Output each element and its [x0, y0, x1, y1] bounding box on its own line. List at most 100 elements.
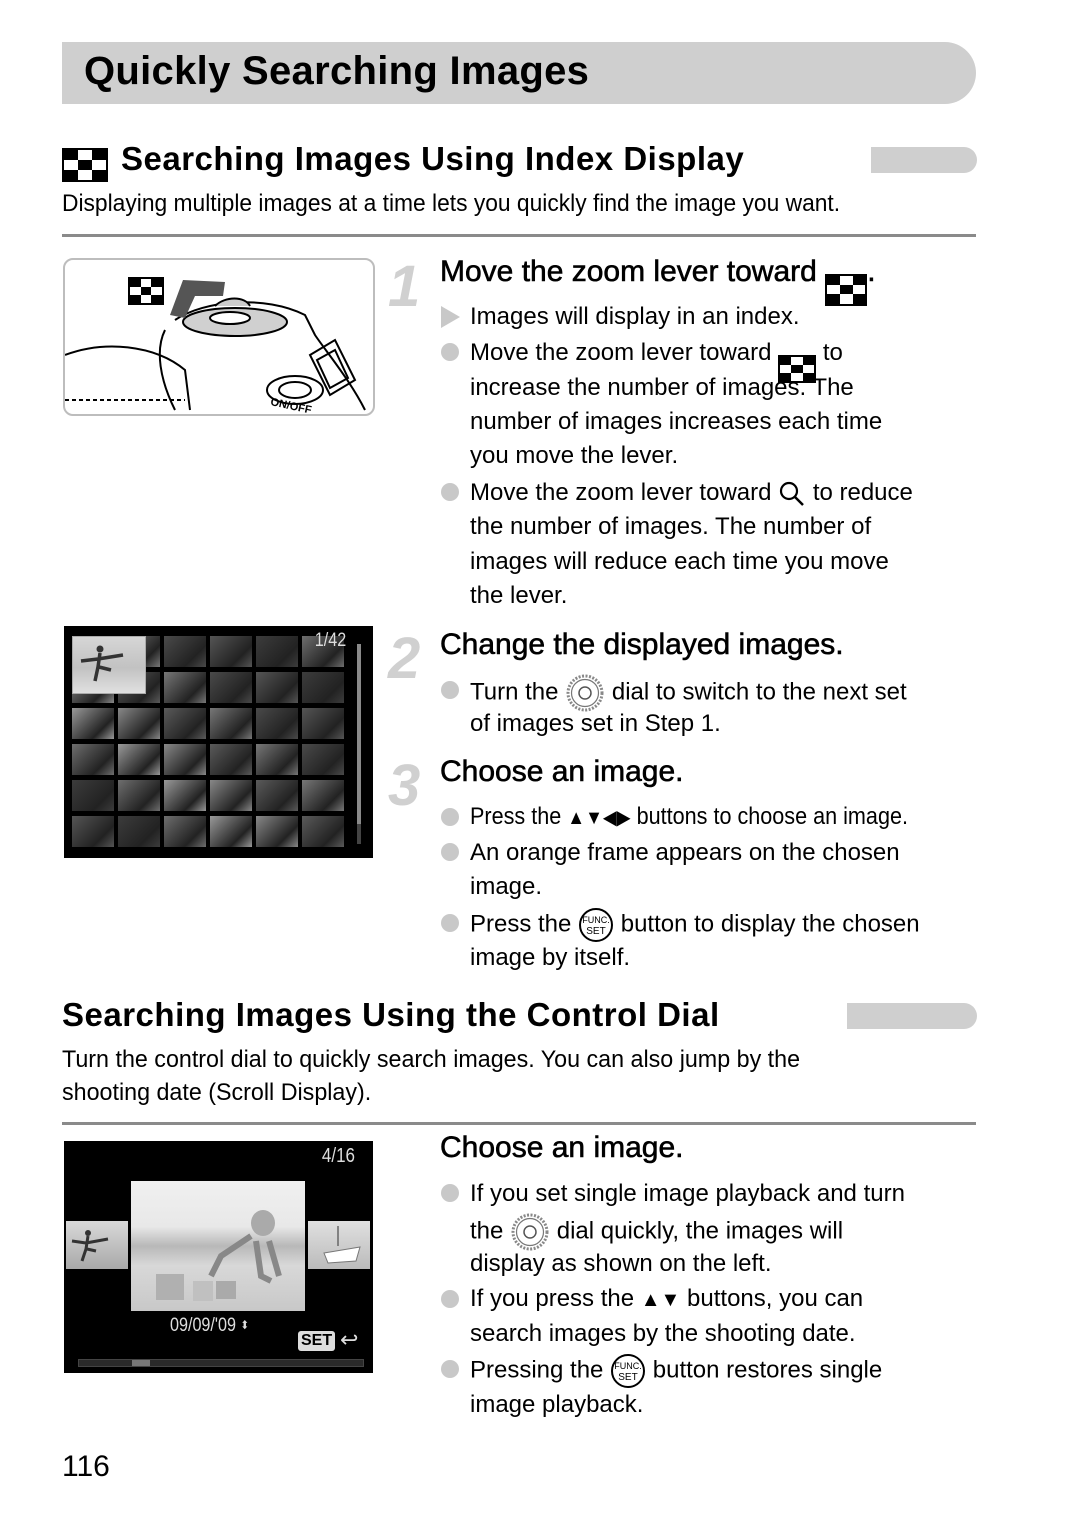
- index-thumbnail[interactable]: [302, 780, 344, 811]
- index-thumbnail[interactable]: [256, 636, 298, 667]
- up-down-arrows-icon: ⬍: [240, 1318, 249, 1332]
- text-segment: the: [470, 1217, 504, 1245]
- dial-bullet-2-line-2: search images by the shooting date.: [470, 1320, 856, 1347]
- section-lead-text: Displaying multiple images at a time let…: [62, 190, 841, 217]
- text-segment: Turn the: [470, 678, 559, 706]
- section-lead-line-1: Turn the control dial to quickly search …: [62, 1046, 801, 1073]
- index-thumbnail[interactable]: [302, 744, 344, 775]
- dial-bullet-1-line-2: the dial quickly, the images will: [470, 1212, 843, 1252]
- index-thumbnail[interactable]: [210, 636, 252, 667]
- image-counter: 1/42: [314, 630, 347, 651]
- step-3-bullet-1: Press the ▲▼◀▶ buttons to choose an imag…: [470, 800, 908, 835]
- text-segment: Press the: [470, 910, 572, 938]
- scroll-position-thumb[interactable]: [132, 1360, 151, 1366]
- bullet-dot: [441, 843, 459, 861]
- bullet-dot: [441, 914, 459, 932]
- shooting-date: 09/09/'09 ⬍: [170, 1315, 249, 1337]
- index-thumbnail[interactable]: [118, 744, 160, 775]
- index-thumbnail[interactable]: [256, 816, 298, 847]
- selected-thumbnail-enlarged[interactable]: [72, 636, 146, 694]
- index-display-screen: 1/42: [64, 626, 373, 858]
- arrow-buttons-up-down-icon: ▲▼: [640, 1289, 681, 1311]
- index-thumbnail[interactable]: [210, 672, 252, 703]
- text-segment: to: [822, 339, 843, 366]
- step-1-bullet-2-line-2: the number of images. The number of: [470, 513, 872, 540]
- dial-bullet-1-line-1: If you set single image playback and tur…: [470, 1180, 905, 1207]
- text-segment: If you press the: [470, 1285, 635, 1312]
- index-thumbnail[interactable]: [302, 816, 344, 847]
- section-lead-line-2: shooting date (Scroll Display).: [62, 1079, 372, 1106]
- index-thumbnail[interactable]: [256, 780, 298, 811]
- bullet-dot: [441, 483, 459, 501]
- section-header-pill: [871, 147, 977, 173]
- text-segment: Pressing the: [470, 1356, 604, 1384]
- on-off-label: ON/OFF: [269, 396, 312, 414]
- bullet-dot: [441, 1184, 459, 1202]
- index-thumbnail[interactable]: [302, 672, 344, 703]
- index-thumbnail[interactable]: [72, 708, 114, 739]
- arrow-buttons-up-down-left-right-icon: ▲▼◀▶: [567, 807, 631, 829]
- image-counter: 4/16: [321, 1145, 356, 1167]
- text-segment: button restores single: [652, 1356, 883, 1384]
- result-triangle-marker: [441, 306, 460, 328]
- bullet-dot: [441, 681, 459, 699]
- step-1-title: Move the zoom lever toward .: [440, 255, 876, 306]
- index-thumbnail[interactable]: [210, 816, 252, 847]
- section-title-control-dial: Searching Images Using the Control Dial: [62, 996, 720, 1033]
- index-thumbnail[interactable]: [164, 744, 206, 775]
- return-icon: ↩: [340, 1327, 359, 1352]
- text-segment: button to display the chosen: [620, 910, 920, 938]
- index-thumbnail[interactable]: [256, 708, 298, 739]
- step-2-bullet-line-2: of images set in Step 1.: [470, 710, 721, 737]
- scrollbar-thumb[interactable]: [357, 644, 361, 824]
- step-1-bullet-2-line-3: images will reduce each time you move: [470, 548, 889, 575]
- index-thumbnail[interactable]: [256, 744, 298, 775]
- index-thumbnail[interactable]: [72, 744, 114, 775]
- step-1-bullet-1-line-2: increase the number of images. The: [470, 374, 854, 401]
- func-set-button-icon: FUNC.SET: [579, 908, 614, 942]
- section-divider: [62, 1122, 976, 1125]
- step-2-title: Change the displayed images.: [440, 628, 844, 662]
- step-3-bullet-2-line-2: image.: [470, 873, 543, 900]
- index-thumbnail[interactable]: [256, 672, 298, 703]
- page-number: 116: [62, 1450, 110, 1483]
- index-thumbnail[interactable]: [210, 708, 252, 739]
- index-thumbnail[interactable]: [302, 708, 344, 739]
- bullet-dot: [441, 1360, 459, 1378]
- camera-zoom-lever-illustration: ON/OFF: [63, 258, 375, 416]
- index-thumbnail[interactable]: [118, 816, 160, 847]
- index-thumbnail[interactable]: [72, 780, 114, 811]
- index-thumbnail[interactable]: [72, 816, 114, 847]
- thumbnail-grid: [72, 636, 348, 848]
- index-thumbnail[interactable]: [210, 744, 252, 775]
- index-display-icon: [62, 143, 108, 182]
- text-segment: dial to switch to the next set: [611, 678, 907, 706]
- step-number-3: 3: [388, 753, 421, 818]
- index-thumbnail[interactable]: [164, 672, 206, 703]
- step-3-bullet-3-line-2: image by itself.: [470, 944, 631, 971]
- index-thumbnail[interactable]: [164, 780, 206, 811]
- dial-bullet-2-line-1: If you press the ▲▼ buttons, you can: [470, 1282, 863, 1317]
- index-thumbnail[interactable]: [164, 708, 206, 739]
- index-thumbnail[interactable]: [118, 708, 160, 739]
- text-segment: to reduce: [812, 479, 913, 506]
- control-dial-icon: [511, 1213, 549, 1251]
- text-segment: buttons, you can: [687, 1285, 864, 1312]
- dial-bullet-1-line-3: display as shown on the left.: [470, 1250, 772, 1277]
- set-button-label: SET: [298, 1331, 336, 1351]
- dial-bullet-3-line-2: image playback.: [470, 1391, 644, 1418]
- index-thumbnail[interactable]: [164, 636, 206, 667]
- index-thumbnail[interactable]: [118, 780, 160, 811]
- index-thumbnail[interactable]: [164, 816, 206, 847]
- step-3-title: Choose an image.: [440, 755, 684, 789]
- step-3-bullet-3-line-1: Press the FUNC. SET button to display the…: [470, 907, 920, 943]
- page-title: Quickly Searching Images: [84, 49, 590, 93]
- current-image: [131, 1181, 305, 1311]
- scroll-position-bar[interactable]: [78, 1359, 364, 1367]
- step-1-bullet-1-line-4: you move the lever.: [470, 442, 679, 469]
- scrollbar-track[interactable]: [357, 644, 361, 844]
- text-segment: Move the zoom lever toward: [470, 479, 772, 506]
- index-thumbnail[interactable]: [210, 780, 252, 811]
- text-segment: Press the: [470, 803, 562, 830]
- step-1-bullet-2-line-1: Move the zoom lever toward to reduce: [470, 476, 913, 510]
